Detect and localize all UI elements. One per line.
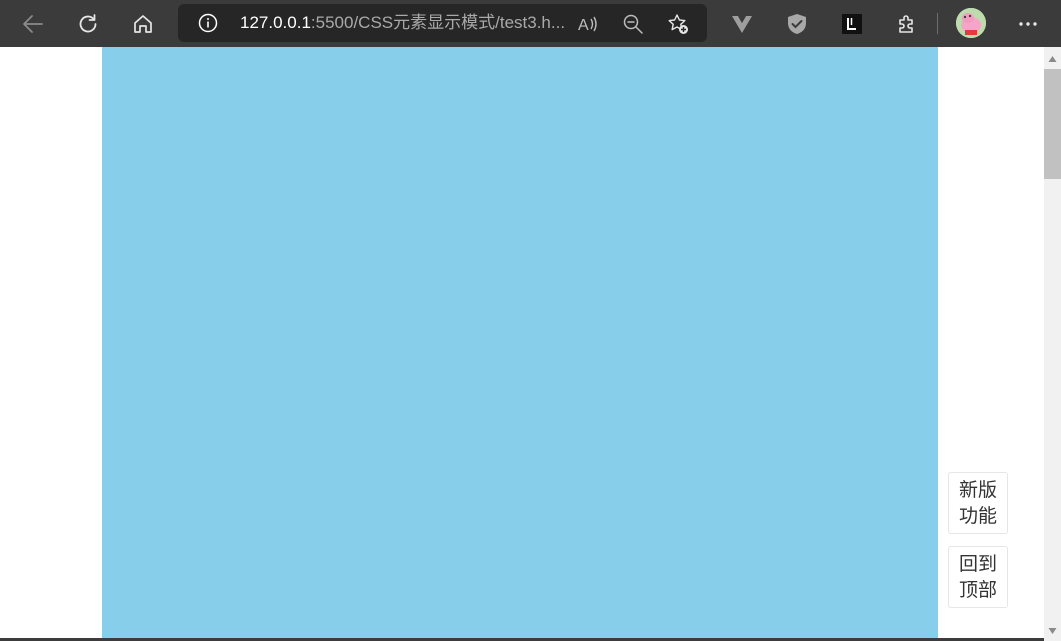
new-features-label-line1: 新版 bbox=[958, 479, 997, 501]
vue-devtools-icon bbox=[732, 16, 752, 33]
letter-l-extension-icon bbox=[842, 14, 862, 34]
scrollbar-thumb[interactable] bbox=[1044, 69, 1061, 179]
home-button[interactable] bbox=[126, 7, 160, 41]
scroll-up-arrow-icon[interactable] bbox=[1048, 55, 1057, 63]
home-icon bbox=[134, 15, 152, 33]
blue-content-box bbox=[102, 47, 938, 641]
address-bar[interactable]: 127.0.0.1:5500/CSS元素显示模式/test3.h... A bbox=[178, 4, 707, 42]
info-icon[interactable] bbox=[198, 13, 218, 33]
new-features-label-line2: 功能 bbox=[958, 505, 997, 527]
back-to-top-label-line2: 顶部 bbox=[958, 579, 997, 601]
extensions-button[interactable] bbox=[890, 7, 924, 41]
shield-extension[interactable] bbox=[780, 7, 814, 41]
url-host: 127.0.0.1 bbox=[240, 13, 311, 32]
vue-devtools-extension[interactable] bbox=[725, 7, 759, 41]
refresh-icon bbox=[79, 14, 97, 33]
more-dots-icon bbox=[1019, 22, 1037, 26]
back-to-top-label-line1: 回到 bbox=[958, 553, 997, 575]
url-path: :5500/CSS元素显示模式/test3.h... bbox=[310, 13, 566, 32]
new-features-button[interactable]: 新版 功能 bbox=[948, 472, 1008, 534]
arrow-left-icon bbox=[23, 15, 43, 33]
avatar[interactable] bbox=[956, 8, 986, 38]
vertical-scrollbar[interactable] bbox=[1044, 47, 1061, 641]
zoom-out-icon[interactable] bbox=[622, 13, 644, 35]
read-aloud-icon[interactable]: A bbox=[577, 13, 599, 35]
page-viewport: 新版 功能 回到 顶部 bbox=[0, 47, 1044, 641]
scroll-down-arrow-icon[interactable] bbox=[1048, 627, 1057, 635]
browser-toolbar: 127.0.0.1:5500/CSS元素显示模式/test3.h... A bbox=[0, 0, 1061, 47]
menu-button[interactable] bbox=[1011, 7, 1045, 41]
letter-l-extension[interactable] bbox=[835, 7, 869, 41]
puzzle-icon bbox=[899, 15, 913, 33]
add-favorite-icon[interactable] bbox=[667, 13, 689, 35]
back-to-top-button[interactable]: 回到 顶部 bbox=[948, 546, 1008, 608]
shield-icon bbox=[788, 14, 806, 34]
refresh-button[interactable] bbox=[71, 7, 105, 41]
profile-avatar-icon bbox=[956, 8, 986, 38]
url-text[interactable]: 127.0.0.1:5500/CSS元素显示模式/test3.h... bbox=[240, 13, 565, 33]
toolbar-divider bbox=[937, 13, 938, 34]
svg-text:A: A bbox=[578, 17, 589, 34]
back-button[interactable] bbox=[16, 7, 50, 41]
